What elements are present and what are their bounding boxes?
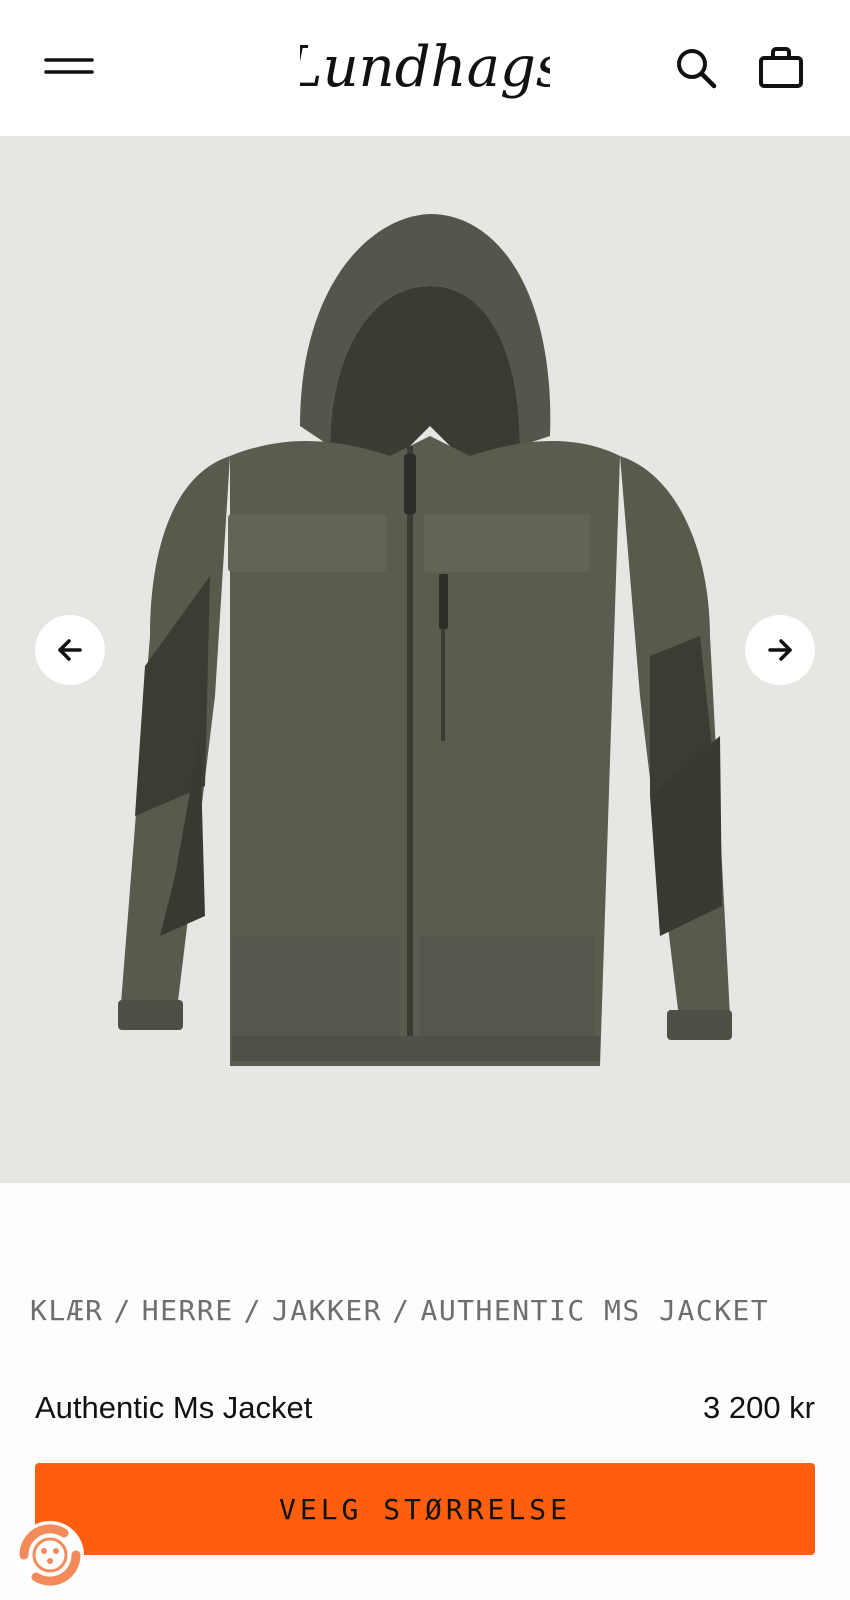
breadcrumb-item-jakker[interactable]: JAKKER: [272, 1294, 382, 1327]
arrow-right-icon: [768, 639, 792, 661]
arrow-left-icon: [58, 639, 82, 661]
reward-badge-button[interactable]: [10, 1515, 90, 1595]
search-icon: [677, 49, 717, 89]
search-button[interactable]: [672, 44, 720, 92]
shopping-bag-button[interactable]: [756, 44, 808, 92]
breadcrumb-item-herre[interactable]: HERRE: [142, 1294, 234, 1327]
product-price: 3 200 kr: [702, 1390, 815, 1425]
breadcrumb: KLÆR / HERRE / JAKKER / AUTHENTIC MS JACKET: [30, 1294, 769, 1327]
product-image-gallery[interactable]: [0, 136, 850, 1183]
reward-badge-icon: [16, 1521, 84, 1589]
brand-logo[interactable]: Lundhags: [284, 18, 564, 118]
shopping-bag-icon: [759, 47, 803, 88]
product-image: [118, 214, 732, 1066]
site-header: Lundhags: [0, 0, 850, 136]
select-size-button[interactable]: VELG STØRRELSE: [35, 1463, 815, 1555]
hamburger-menu-icon: [44, 58, 94, 74]
breadcrumb-item-klaer[interactable]: KLÆR: [30, 1294, 103, 1327]
breadcrumb-separator: /: [113, 1294, 132, 1327]
svg-text:Lundhags: Lundhags: [300, 35, 550, 100]
product-title: Authentic Ms Jacket: [35, 1390, 313, 1425]
next-image-button[interactable]: [745, 615, 815, 685]
breadcrumb-item-current: AUTHENTIC MS JACKET: [420, 1294, 770, 1327]
menu-button[interactable]: [40, 50, 100, 84]
breadcrumb-separator: /: [243, 1294, 262, 1327]
previous-image-button[interactable]: [35, 615, 105, 685]
breadcrumb-separator: /: [392, 1294, 411, 1327]
